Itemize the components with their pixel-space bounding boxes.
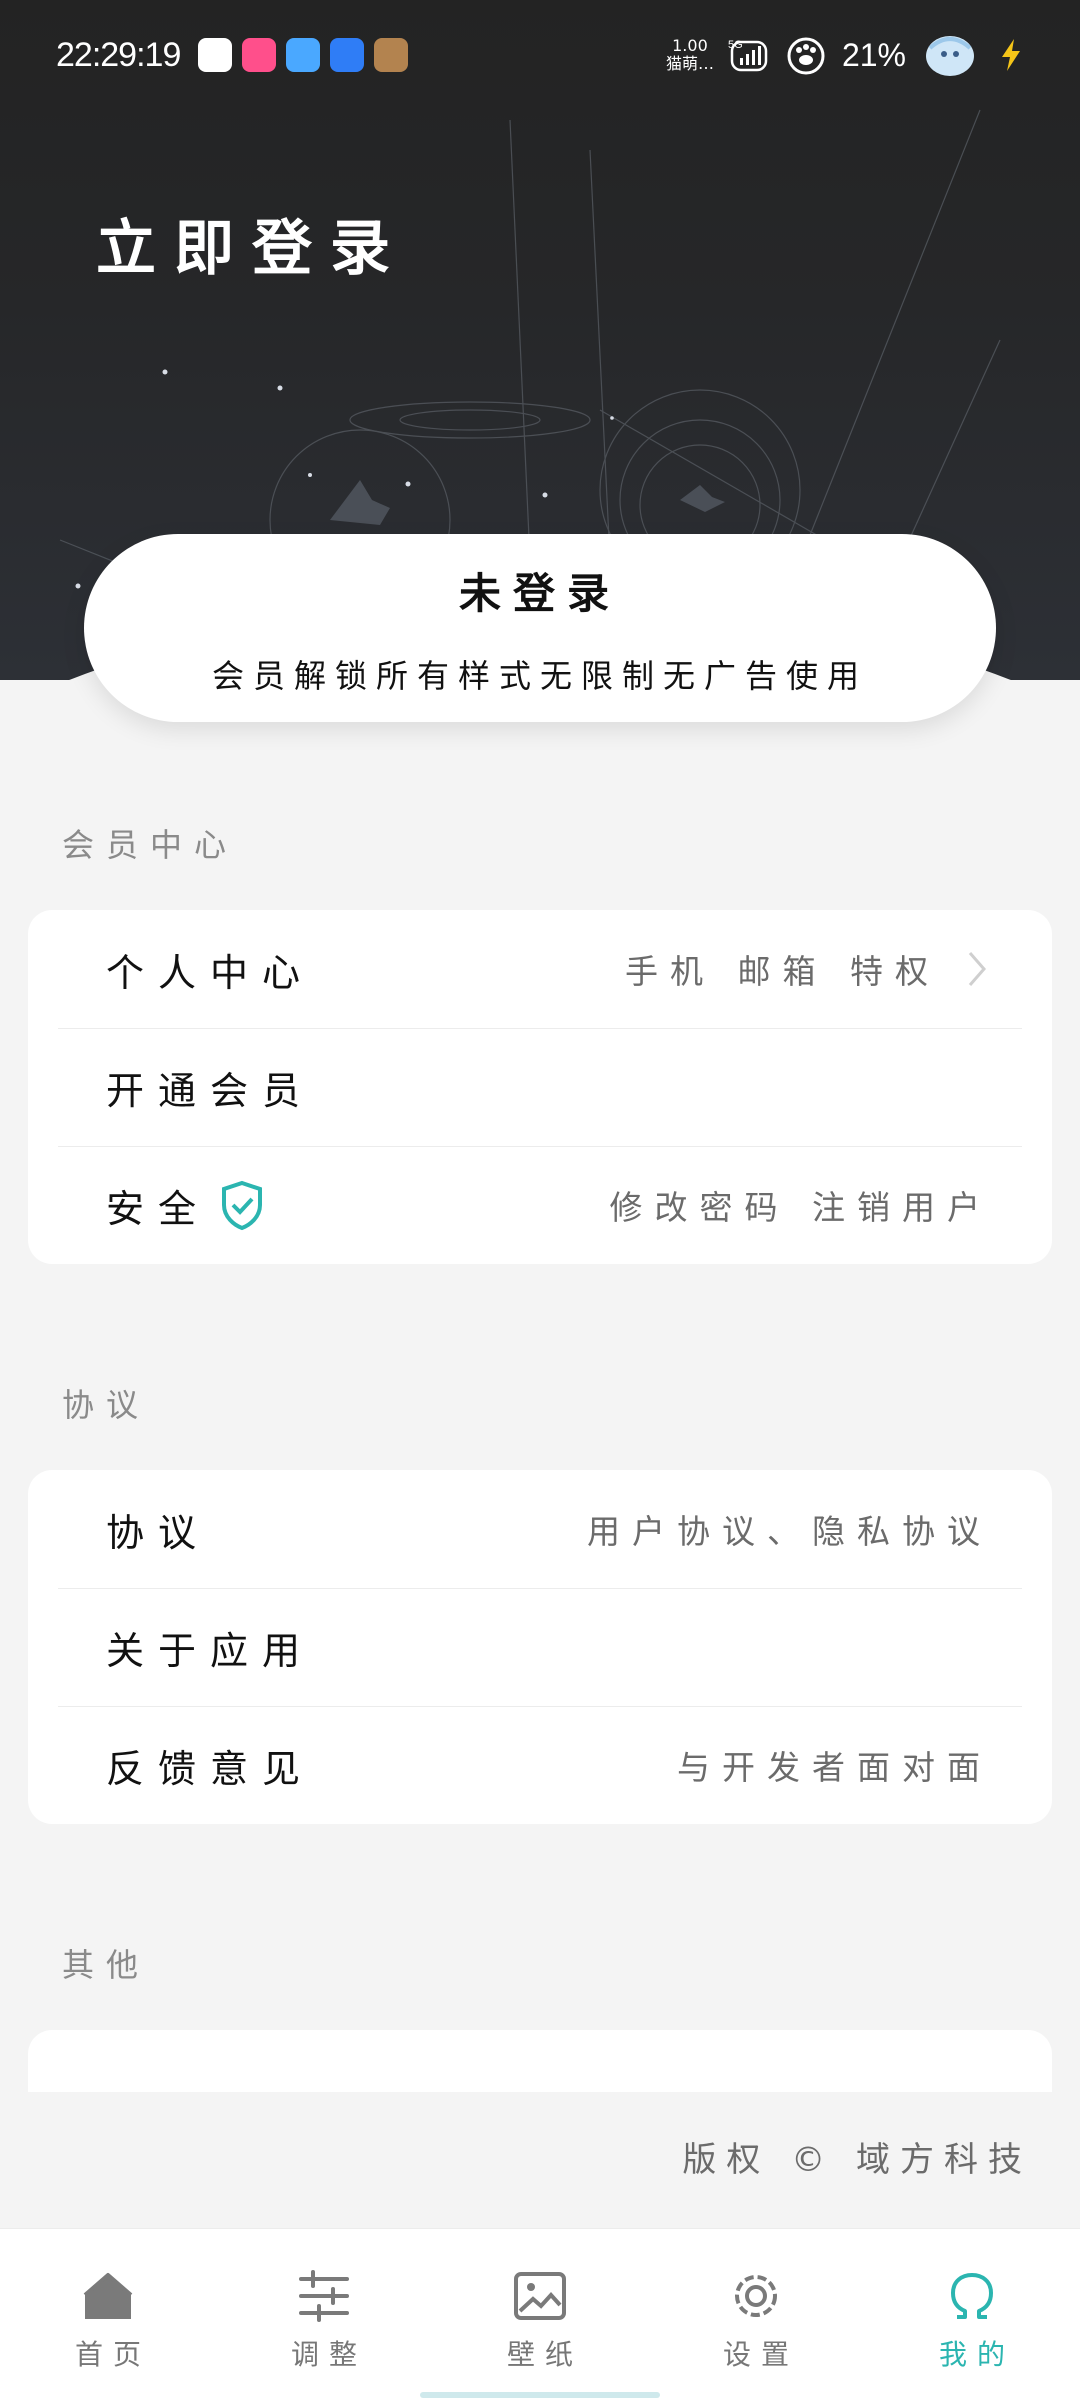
row-personal-center[interactable]: 个人中心 手机 邮箱 特权: [28, 910, 1052, 1028]
row-feedback[interactable]: 反馈意见 与开发者面对面: [28, 1706, 1052, 1824]
bottom-nav: 首页 调整 壁纸 设置 我的: [0, 2228, 1080, 2400]
member-status: 未登录: [458, 569, 621, 618]
signal-icon: 5G: [728, 39, 768, 72]
nav-label: 我的: [938, 2338, 1015, 2371]
member-status-card[interactable]: 未登录 会员解锁所有样式无限制无广告使用: [84, 534, 996, 722]
app-paint-icon: [286, 38, 321, 72]
nav-item-home[interactable]: 首页: [0, 2229, 216, 2400]
net-speed: 1.00 猫萌…: [666, 37, 714, 73]
row-open-membership[interactable]: 开通会员: [28, 1028, 1052, 1146]
net-speed-value: 1.00: [672, 36, 708, 55]
gear-icon: [735, 2275, 777, 2317]
mascot-battery-icon: [926, 36, 974, 76]
shield-check-icon: [222, 1180, 263, 1231]
nav-label: 首页: [74, 2338, 151, 2371]
home-icon: [83, 2273, 133, 2319]
member-center-card: 个人中心 手机 邮箱 特权 开通会员 安全 修改密码 注销用户: [28, 910, 1052, 1264]
agreement-card: 协议 用户协议、隐私协议 关于应用 反馈意见 与开发者面对面: [28, 1470, 1052, 1824]
nav-label: 设置: [722, 2338, 799, 2371]
nav-item-wallpaper[interactable]: 壁纸: [432, 2229, 648, 2400]
home-indicator[interactable]: [420, 2392, 660, 2398]
battery-percent: 21%: [841, 36, 906, 73]
nav-label: 壁纸: [506, 2338, 583, 2371]
row-label: 开通会员: [106, 1068, 315, 1113]
nav-item-mine[interactable]: 我的: [864, 2229, 1080, 2400]
nav-item-adjust[interactable]: 调整: [216, 2229, 432, 2400]
row-detail: 修改密码 注销用户: [609, 1188, 992, 1227]
row-label: 关于应用: [106, 1628, 315, 1673]
nav-label: 调整: [290, 2338, 367, 2371]
section-label-other: 其他: [62, 1946, 151, 1984]
row-label: 安全: [106, 1186, 211, 1231]
status-time: 22:29:19: [56, 35, 181, 74]
app-pink-icon: [242, 38, 277, 72]
row-detail: 用户协议、隐私协议: [587, 1512, 992, 1551]
member-subtitle: 会员解锁所有样式无限制无广告使用: [211, 657, 868, 695]
image-icon: [514, 2272, 566, 2320]
row-label: 个人中心: [106, 950, 315, 995]
paw-icon: [787, 37, 825, 75]
row-label: 反馈意见: [106, 1746, 315, 1791]
section-label-member-center: 会员中心: [62, 826, 239, 864]
chevron-right-icon: [968, 952, 986, 986]
app-du-icon: [198, 38, 233, 72]
status-bar: 22:29:19 1.00 猫萌… 5G 21%: [0, 0, 1080, 110]
row-label: 协议: [106, 1510, 211, 1555]
sliders-icon: [299, 2270, 349, 2322]
notification-icons: [198, 38, 409, 72]
row-security[interactable]: 安全 修改密码 注销用户: [28, 1146, 1052, 1264]
row-agreement[interactable]: 协议 用户协议、隐私协议: [28, 1470, 1052, 1588]
other-card: [28, 2030, 1052, 2092]
row-detail: 与开发者面对面: [677, 1748, 992, 1787]
status-right: 1.00 猫萌… 5G 21%: [666, 28, 1024, 82]
omega-icon: [951, 2273, 993, 2319]
charging-icon: [1002, 39, 1020, 71]
copyright-text: 版权 © 域方科技: [682, 2140, 1032, 2180]
nav-item-settings[interactable]: 设置: [648, 2229, 864, 2400]
login-title[interactable]: 立即登录: [96, 200, 408, 287]
app-blue-icon: [330, 38, 365, 72]
row-about-app[interactable]: 关于应用: [28, 1588, 1052, 1706]
row-detail-text: 手机 邮箱 特权: [625, 952, 940, 991]
app-game-icon: [374, 38, 409, 72]
net-speed-unit: 猫萌…: [665, 54, 714, 73]
section-label-agreement: 协议: [62, 1386, 151, 1424]
row-detail: 手机 邮箱 特权: [625, 945, 992, 993]
